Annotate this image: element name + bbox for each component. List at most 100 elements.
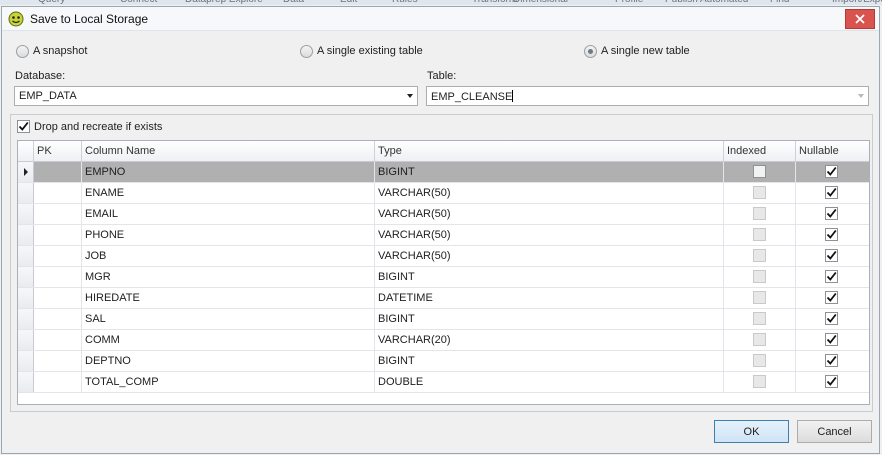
nullable-cell[interactable] <box>796 330 869 350</box>
indexed-cell[interactable] <box>724 372 796 392</box>
type-cell[interactable]: DOUBLE <box>375 372 724 392</box>
table-row[interactable]: HIREDATE DATETIME <box>18 288 869 309</box>
table-row[interactable]: DEPTNO BIGINT <box>18 351 869 372</box>
column-name-cell[interactable]: EMPNO <box>82 162 375 182</box>
column-name-cell[interactable]: HIREDATE <box>82 288 375 308</box>
header-nullable[interactable]: Nullable <box>796 141 869 162</box>
indexed-cell[interactable] <box>724 204 796 224</box>
indexed-cell[interactable] <box>724 351 796 371</box>
type-cell[interactable]: DATETIME <box>375 288 724 308</box>
radio-existing-table[interactable]: A single existing table <box>300 43 423 59</box>
table-input[interactable]: EMP_CLEANSE <box>426 86 869 106</box>
nullable-cell[interactable] <box>796 267 869 287</box>
indexed-cell[interactable] <box>724 309 796 329</box>
pk-cell[interactable] <box>34 267 82 287</box>
nullable-cell[interactable] <box>796 246 869 266</box>
column-name-cell[interactable]: ENAME <box>82 183 375 203</box>
indexed-cell[interactable] <box>724 162 796 182</box>
type-cell[interactable]: BIGINT <box>375 351 724 371</box>
type-cell[interactable]: VARCHAR(50) <box>375 204 724 224</box>
drop-recreate-checkbox[interactable] <box>17 120 30 133</box>
indexed-checkbox[interactable] <box>753 228 766 241</box>
nullable-cell[interactable] <box>796 351 869 371</box>
column-name-cell[interactable]: PHONE <box>82 225 375 245</box>
pk-cell[interactable] <box>34 330 82 350</box>
nullable-checkbox[interactable] <box>825 165 838 178</box>
row-indicator[interactable] <box>18 204 34 224</box>
type-cell[interactable]: BIGINT <box>375 267 724 287</box>
radio-new-table[interactable]: A single new table <box>584 43 690 59</box>
indexed-cell[interactable] <box>724 267 796 287</box>
cancel-button[interactable]: Cancel <box>797 420 872 443</box>
nullable-cell[interactable] <box>796 204 869 224</box>
radio-snapshot-circle[interactable] <box>16 44 29 58</box>
table-row[interactable]: TOTAL_COMP DOUBLE <box>18 372 869 393</box>
nullable-cell[interactable] <box>796 183 869 203</box>
pk-cell[interactable] <box>34 351 82 371</box>
pk-cell[interactable] <box>34 288 82 308</box>
type-cell[interactable]: VARCHAR(50) <box>375 225 724 245</box>
nullable-cell[interactable] <box>796 309 869 329</box>
indexed-checkbox[interactable] <box>753 207 766 220</box>
pk-cell[interactable] <box>34 225 82 245</box>
table-row[interactable]: COMM VARCHAR(20) <box>18 330 869 351</box>
table-row[interactable]: MGR BIGINT <box>18 267 869 288</box>
nullable-cell[interactable] <box>796 372 869 392</box>
row-indicator[interactable] <box>18 288 34 308</box>
indexed-checkbox[interactable] <box>753 249 766 262</box>
table-row[interactable]: ENAME VARCHAR(50) <box>18 183 869 204</box>
nullable-checkbox[interactable] <box>825 375 838 388</box>
column-name-cell[interactable]: MGR <box>82 267 375 287</box>
row-indicator[interactable] <box>18 246 34 266</box>
nullable-checkbox[interactable] <box>825 333 838 346</box>
chevron-down-icon[interactable] <box>407 94 413 98</box>
indexed-cell[interactable] <box>724 246 796 266</box>
pk-cell[interactable] <box>34 309 82 329</box>
indexed-checkbox[interactable] <box>753 270 766 283</box>
type-cell[interactable]: BIGINT <box>375 162 724 182</box>
indexed-checkbox[interactable] <box>753 354 766 367</box>
type-cell[interactable]: BIGINT <box>375 309 724 329</box>
pk-cell[interactable] <box>34 246 82 266</box>
indexed-cell[interactable] <box>724 330 796 350</box>
column-name-cell[interactable]: COMM <box>82 330 375 350</box>
nullable-checkbox[interactable] <box>825 312 838 325</box>
type-cell[interactable]: VARCHAR(50) <box>375 183 724 203</box>
table-row[interactable]: PHONE VARCHAR(50) <box>18 225 869 246</box>
table-row[interactable]: EMAIL VARCHAR(50) <box>18 204 869 225</box>
indexed-checkbox[interactable] <box>753 333 766 346</box>
nullable-cell[interactable] <box>796 162 869 182</box>
row-indicator[interactable] <box>18 330 34 350</box>
column-name-cell[interactable]: TOTAL_COMP <box>82 372 375 392</box>
indexed-cell[interactable] <box>724 225 796 245</box>
nullable-checkbox[interactable] <box>825 354 838 367</box>
indexed-cell[interactable] <box>724 288 796 308</box>
pk-cell[interactable] <box>34 183 82 203</box>
indexed-cell[interactable] <box>724 183 796 203</box>
column-name-cell[interactable]: SAL <box>82 309 375 329</box>
indexed-checkbox[interactable] <box>753 165 766 178</box>
header-indexed[interactable]: Indexed <box>724 141 796 162</box>
header-pk[interactable]: PK <box>34 141 82 162</box>
row-indicator[interactable] <box>18 372 34 392</box>
type-cell[interactable]: VARCHAR(20) <box>375 330 724 350</box>
column-name-cell[interactable]: JOB <box>82 246 375 266</box>
nullable-checkbox[interactable] <box>825 270 838 283</box>
nullable-checkbox[interactable] <box>825 249 838 262</box>
indexed-checkbox[interactable] <box>753 291 766 304</box>
row-indicator[interactable] <box>18 309 34 329</box>
table-row[interactable]: EMPNO BIGINT <box>18 162 869 183</box>
database-select[interactable]: EMP_DATA <box>14 86 418 106</box>
nullable-checkbox[interactable] <box>825 186 838 199</box>
header-type[interactable]: Type <box>375 141 724 162</box>
radio-existing-table-circle[interactable] <box>300 44 313 58</box>
indexed-checkbox[interactable] <box>753 375 766 388</box>
column-name-cell[interactable]: DEPTNO <box>82 351 375 371</box>
row-indicator[interactable] <box>18 267 34 287</box>
column-name-cell[interactable]: EMAIL <box>82 204 375 224</box>
row-indicator[interactable] <box>18 162 34 182</box>
pk-cell[interactable] <box>34 162 82 182</box>
type-cell[interactable]: VARCHAR(50) <box>375 246 724 266</box>
table-row[interactable]: JOB VARCHAR(50) <box>18 246 869 267</box>
indexed-checkbox[interactable] <box>753 186 766 199</box>
